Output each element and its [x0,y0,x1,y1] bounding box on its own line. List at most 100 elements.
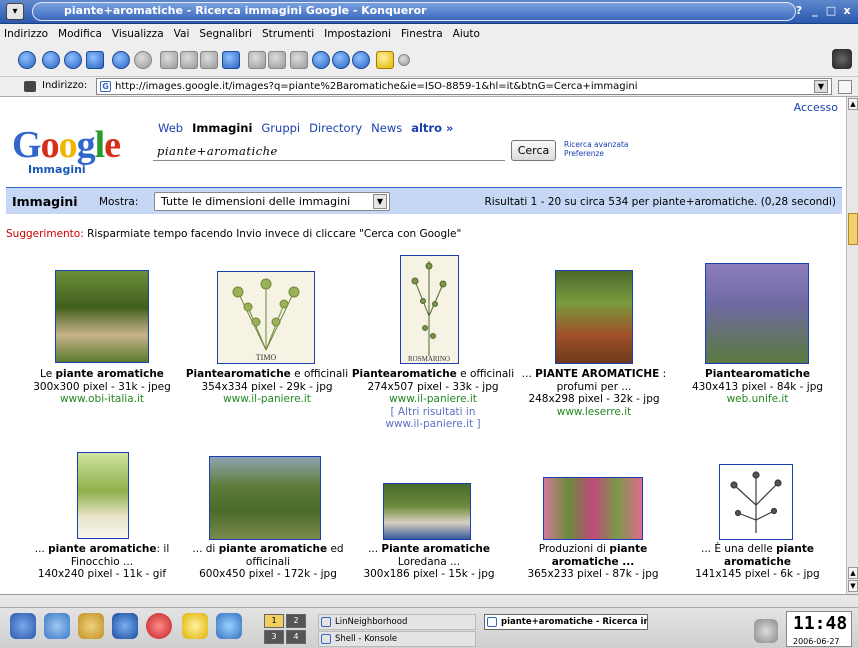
result-thumb-3[interactable]: ROSMARINO [400,255,459,364]
tools-icon[interactable] [78,613,104,639]
result-7-dims: 600x450 pixel - 172k - jpg [199,568,337,580]
menu-indirizzo[interactable]: Indirizzo [4,28,48,40]
result-thumb-7[interactable] [209,456,321,540]
scrollbar-thumb[interactable] [848,213,858,245]
result-3-site[interactable]: www.il-paniere.it [350,393,516,406]
toolbar [0,43,858,77]
result-1-bold: piante aromatiche [55,368,164,380]
nav-web[interactable]: Web [158,121,183,135]
task-konqueror-active[interactable]: piante+aromatiche - Ricerca imma [484,614,648,630]
menu-segnalibri[interactable]: Segnalibri [199,28,252,40]
view-icon[interactable] [290,51,308,69]
menu-finestra[interactable]: Finestra [401,28,443,40]
menu-impostazioni[interactable]: Impostazioni [324,28,391,40]
result-10-dims: 141x145 pixel - 6k - jpg [695,568,820,580]
minimize-button[interactable]: _ [808,3,822,19]
menu-vai[interactable]: Vai [174,28,190,40]
pager-desktop-4[interactable]: 4 [286,630,306,644]
result-thumb-10[interactable] [719,464,793,540]
lock-icon[interactable] [376,51,394,69]
result-thumb-6[interactable] [77,452,129,539]
home-folder-icon[interactable] [112,613,138,639]
forward-icon[interactable] [64,51,82,69]
back-icon[interactable] [42,51,60,69]
result-8-dims: 300x186 pixel - 15k - jpg [363,568,495,580]
nav-news[interactable]: News [371,121,402,135]
cut-icon[interactable] [160,51,178,69]
zoom-out-icon[interactable] [268,51,286,69]
help-button[interactable]: ? [792,3,806,19]
menu-visualizza[interactable]: Visualizza [112,28,164,40]
result-caption-10: ... È una delle piante aromatiche 141x14… [680,543,835,581]
result-4-post: : [659,368,667,380]
zoom-in-icon[interactable] [248,51,266,69]
suggestion: Suggerimento: Risparmiate tempo facendo … [6,228,461,240]
find-icon[interactable] [312,51,330,69]
go-icon[interactable] [838,80,852,94]
maximize-button[interactable]: □ [824,3,838,19]
url-input[interactable]: G http://images.google.it/images?q=piant… [96,78,832,95]
pager-desktop-3[interactable]: 3 [264,630,284,644]
close-button[interactable]: x [840,3,854,19]
result-thumb-4[interactable] [555,270,633,364]
result-4-bold: PIANTE AROMATICHE [535,368,660,380]
result-thumb-2[interactable]: TIMO [217,271,315,364]
result-3-more-link[interactable]: [ Altri risultati in www.il-paniere.it ] [350,406,516,431]
result-4-site[interactable]: www.leserre.it [518,406,670,419]
star-icon[interactable] [182,613,208,639]
home-icon[interactable] [86,51,104,69]
chevron-down-icon[interactable]: ▼ [373,194,387,209]
result-1-site[interactable]: www.obi-italia.it [20,393,184,406]
search-input[interactable]: piante+aromatiche [153,141,505,161]
result-4-dims: 248x298 pixel - 32k - jpg [528,393,660,405]
google-logo-sub: Immagini [28,163,86,176]
menu-modifica[interactable]: Modifica [58,28,102,40]
network-tray-icon[interactable] [754,619,778,643]
signin-link[interactable]: Accesso [794,101,838,114]
scroll-up-icon[interactable]: ▲ [848,98,858,110]
vertical-scrollbar[interactable]: ▲ ▲ ▼ [846,97,858,594]
advanced-search-link[interactable]: Ricerca avanzata [564,140,629,149]
help-lifebuoy-icon[interactable] [146,613,172,639]
find-next-icon[interactable] [332,51,350,69]
result-2-site[interactable]: www.il-paniere.it [184,393,350,406]
stop-icon[interactable] [134,51,152,69]
result-thumb-1[interactable] [55,270,149,363]
search-button[interactable]: Cerca [511,140,556,161]
desktop-icon[interactable] [44,613,70,639]
paste-icon[interactable] [200,51,218,69]
url-dropdown-button[interactable]: ▼ [814,80,828,93]
window-menu-button[interactable]: ▾ [6,3,24,20]
nav-gruppi[interactable]: Gruppi [261,121,300,135]
menu-aiuto[interactable]: Aiuto [453,28,480,40]
result-thumb-5[interactable] [705,263,809,364]
menu-strumenti[interactable]: Strumenti [262,28,314,40]
copy-icon[interactable] [180,51,198,69]
print-icon[interactable] [222,51,240,69]
clear-location-icon[interactable] [24,81,36,92]
nav-altro[interactable]: altro » [411,121,453,135]
window-title: piante+aromatiche - Ricerca immagini Goo… [64,4,427,17]
kde-menu-icon[interactable] [10,613,36,639]
reload-icon[interactable] [112,51,130,69]
pager-desktop-2[interactable]: 2 [286,614,306,628]
google-logo[interactable]: Google [12,125,121,165]
result-thumb-8[interactable] [383,483,471,540]
find-prev-icon[interactable] [352,51,370,69]
up-icon[interactable] [18,51,36,69]
preferences-link[interactable]: Preferenze [564,149,629,158]
pager-desktop-1[interactable]: 1 [264,614,284,628]
task-konsole[interactable]: Shell - Konsole [318,631,476,647]
result-thumb-9[interactable] [543,477,643,540]
clock[interactable]: 11:48 2006-06-27 [786,611,852,647]
nav-directory[interactable]: Directory [309,121,362,135]
size-select[interactable]: Tutte le dimensioni delle immagini ▼ [154,192,390,211]
window-titlebar: ▾ piante+aromatiche - Ricerca immagini G… [0,0,858,24]
scroll-down-icon[interactable]: ▼ [848,580,858,592]
konqueror-icon[interactable] [216,613,242,639]
result-6-line2: Finocchio ... [70,555,134,568]
result-5-site[interactable]: web.unife.it [680,393,835,406]
task-label-1: LinNeighborhood [335,617,408,627]
task-linneighborhood[interactable]: LinNeighborhood [318,614,476,630]
scroll-up-bottom-icon[interactable]: ▲ [848,567,858,579]
